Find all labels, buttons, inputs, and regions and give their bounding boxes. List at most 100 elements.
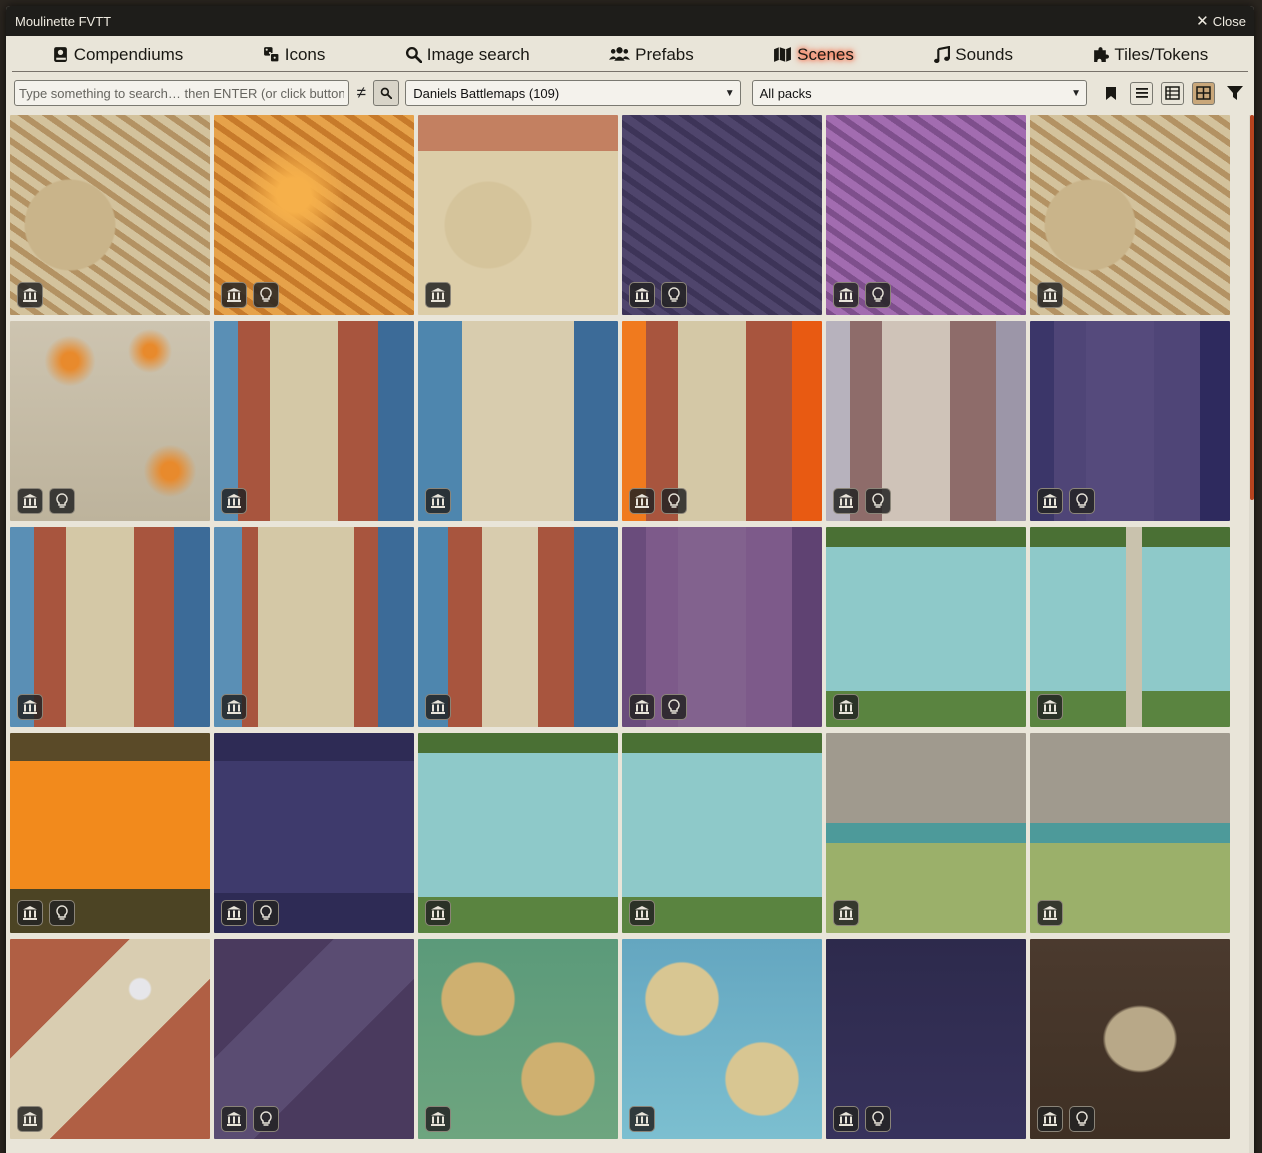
scene-thumbnail[interactable] [826,939,1026,1139]
museum-icon[interactable] [221,900,247,926]
scene-thumbnail[interactable] [622,527,822,727]
museum-icon[interactable] [425,900,451,926]
close-button[interactable]: ✕ Close [1196,14,1246,29]
search-input[interactable] [14,80,350,106]
tab-image-search[interactable]: Image search [405,45,530,67]
scene-thumbnail[interactable] [214,527,414,727]
puzzle-icon [1094,47,1110,62]
tab-prefabs[interactable]: Prefabs [609,45,694,67]
museum-icon[interactable] [1037,1106,1063,1132]
museum-icon[interactable] [425,1106,451,1132]
museum-icon[interactable] [221,1106,247,1132]
scene-thumbnail[interactable] [826,733,1026,933]
scene-thumbnail[interactable] [214,733,414,933]
tab-tiles-tokens[interactable]: Tiles/Tokens [1092,45,1208,67]
museum-icon[interactable] [629,900,655,926]
close-label: Close [1212,13,1246,29]
museum-icon[interactable] [1037,900,1063,926]
table-view-button[interactable] [1161,81,1185,105]
bulb-icon[interactable] [661,282,687,308]
scene-thumbnail[interactable] [622,939,822,1139]
list-view-button[interactable] [1130,81,1154,105]
pack-select[interactable]: All packs ▼ [751,80,1088,106]
museum-icon[interactable] [833,694,859,720]
museum-icon[interactable] [221,282,247,308]
scene-thumbnail[interactable] [1030,527,1230,727]
museum-icon[interactable] [833,282,859,308]
scene-thumbnail[interactable] [418,527,618,727]
museum-icon[interactable] [17,900,43,926]
tab-compendiums[interactable]: Compendiums [52,45,183,67]
scene-thumbnail[interactable] [1030,939,1230,1139]
museum-icon[interactable] [1037,282,1063,308]
bulb-icon[interactable] [661,694,687,720]
museum-icon[interactable] [629,694,655,720]
scene-thumbnail[interactable] [826,115,1026,315]
museum-icon[interactable] [221,488,247,514]
museum-icon[interactable] [833,1106,859,1132]
tab-bar: Compendiums Icons Image search Prefabs S… [12,40,1248,72]
museum-icon[interactable] [425,282,451,308]
filter-button[interactable] [1223,82,1246,105]
scene-thumbnail[interactable] [214,939,414,1139]
bulb-icon[interactable] [49,488,75,514]
bulb-icon[interactable] [49,900,75,926]
scene-thumbnail[interactable] [826,321,1026,521]
scene-thumbnail[interactable] [10,321,210,521]
tile-badges [221,488,247,514]
scene-thumbnail[interactable] [622,733,822,933]
scene-thumbnail[interactable] [826,527,1026,727]
bulb-icon[interactable] [865,282,891,308]
tile-badges [1037,900,1063,926]
tab-icons[interactable]: Icons [263,45,325,67]
tab-sounds[interactable]: Sounds [933,45,1013,67]
museum-icon[interactable] [629,488,655,514]
table-icon [1165,86,1180,100]
bulb-icon[interactable] [661,488,687,514]
museum-icon[interactable] [425,694,451,720]
museum-icon[interactable] [833,900,859,926]
bulb-icon[interactable] [253,1106,279,1132]
museum-icon[interactable] [1037,694,1063,720]
museum-icon[interactable] [17,1106,43,1132]
museum-icon[interactable] [629,1106,655,1132]
museum-icon[interactable] [17,282,43,308]
museum-icon[interactable] [17,694,43,720]
scene-thumbnail[interactable] [418,115,618,315]
scene-thumbnail[interactable] [622,321,822,521]
scene-thumbnail[interactable] [10,939,210,1139]
scene-thumbnail[interactable] [214,115,414,315]
grid-view-button[interactable] [1192,81,1216,105]
tab-scenes[interactable]: Scenes [773,45,854,67]
bulb-icon[interactable] [865,1106,891,1132]
negate-filter-toggle[interactable]: ≠ [349,83,373,103]
search-button[interactable] [373,80,400,106]
bulb-icon[interactable] [253,900,279,926]
scene-thumbnail[interactable] [622,115,822,315]
scene-thumbnail[interactable] [418,939,618,1139]
museum-icon[interactable] [425,488,451,514]
scene-thumbnail[interactable] [1030,733,1230,933]
scene-thumbnail[interactable] [418,321,618,521]
scene-thumbnail[interactable] [1030,115,1230,315]
bulb-icon[interactable] [1069,488,1095,514]
bulb-icon[interactable] [1069,1106,1095,1132]
bookmark-button[interactable] [1099,82,1122,105]
museum-icon[interactable] [833,488,859,514]
museum-icon[interactable] [221,694,247,720]
bulb-icon[interactable] [865,488,891,514]
creator-select[interactable]: Daniels Battlemaps (109) ▼ [405,80,741,106]
museum-icon[interactable] [1037,488,1063,514]
museum-icon[interactable] [629,282,655,308]
bulb-icon[interactable] [253,282,279,308]
scene-thumbnail[interactable] [214,321,414,521]
scene-thumbnail[interactable] [1030,321,1230,521]
museum-icon[interactable] [17,488,43,514]
scrollbar-thumb[interactable] [1250,115,1254,500]
scene-thumbnail[interactable] [10,733,210,933]
window-titlebar[interactable]: Moulinette FVTT ✕ Close [6,6,1254,36]
scene-thumbnail[interactable] [418,733,618,933]
scene-thumbnail[interactable] [10,115,210,315]
tile-badges [629,282,687,308]
scene-thumbnail[interactable] [10,527,210,727]
